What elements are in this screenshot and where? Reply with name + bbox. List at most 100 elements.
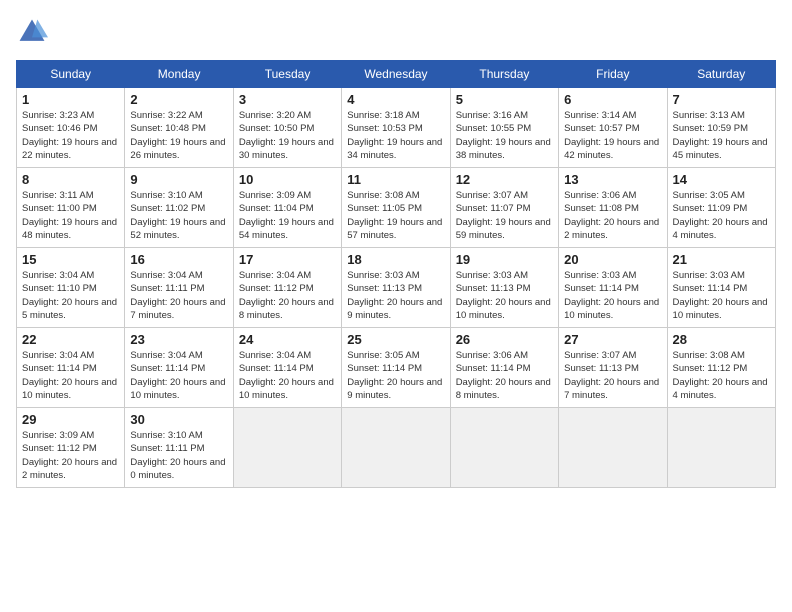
calendar-cell: 22 Sunrise: 3:04 AM Sunset: 11:14 PM Day… — [17, 328, 125, 408]
calendar-cell: 3 Sunrise: 3:20 AM Sunset: 10:50 PM Dayl… — [233, 88, 341, 168]
day-number: 5 — [456, 92, 553, 107]
day-number: 8 — [22, 172, 119, 187]
calendar-cell: 6 Sunrise: 3:14 AM Sunset: 10:57 PM Dayl… — [559, 88, 667, 168]
day-info: Sunrise: 3:08 AM Sunset: 11:05 PM Daylig… — [347, 189, 444, 242]
calendar-cell: 24 Sunrise: 3:04 AM Sunset: 11:14 PM Day… — [233, 328, 341, 408]
calendar-cell: 12 Sunrise: 3:07 AM Sunset: 11:07 PM Day… — [450, 168, 558, 248]
logo — [16, 16, 52, 48]
day-info: Sunrise: 3:07 AM Sunset: 11:07 PM Daylig… — [456, 189, 553, 242]
day-number: 1 — [22, 92, 119, 107]
day-info: Sunrise: 3:13 AM Sunset: 10:59 PM Daylig… — [673, 109, 770, 162]
calendar-row: 8 Sunrise: 3:11 AM Sunset: 11:00 PM Dayl… — [17, 168, 776, 248]
day-info: Sunrise: 3:22 AM Sunset: 10:48 PM Daylig… — [130, 109, 227, 162]
calendar-cell: 1 Sunrise: 3:23 AM Sunset: 10:46 PM Dayl… — [17, 88, 125, 168]
calendar-cell: 28 Sunrise: 3:08 AM Sunset: 11:12 PM Day… — [667, 328, 775, 408]
weekday-header-row: SundayMondayTuesdayWednesdayThursdayFrid… — [17, 61, 776, 88]
calendar-cell: 11 Sunrise: 3:08 AM Sunset: 11:05 PM Day… — [342, 168, 450, 248]
weekday-header-tuesday: Tuesday — [233, 61, 341, 88]
calendar-cell: 5 Sunrise: 3:16 AM Sunset: 10:55 PM Dayl… — [450, 88, 558, 168]
calendar-cell: 4 Sunrise: 3:18 AM Sunset: 10:53 PM Dayl… — [342, 88, 450, 168]
day-number: 4 — [347, 92, 444, 107]
day-number: 19 — [456, 252, 553, 267]
calendar-cell: 30 Sunrise: 3:10 AM Sunset: 11:11 PM Day… — [125, 408, 233, 488]
day-number: 30 — [130, 412, 227, 427]
day-number: 6 — [564, 92, 661, 107]
calendar-cell — [450, 408, 558, 488]
page-header — [16, 16, 776, 48]
day-number: 13 — [564, 172, 661, 187]
calendar-cell: 10 Sunrise: 3:09 AM Sunset: 11:04 PM Day… — [233, 168, 341, 248]
day-info: Sunrise: 3:06 AM Sunset: 11:14 PM Daylig… — [456, 349, 553, 402]
day-info: Sunrise: 3:05 AM Sunset: 11:09 PM Daylig… — [673, 189, 770, 242]
day-info: Sunrise: 3:14 AM Sunset: 10:57 PM Daylig… — [564, 109, 661, 162]
day-info: Sunrise: 3:04 AM Sunset: 11:11 PM Daylig… — [130, 269, 227, 322]
day-info: Sunrise: 3:03 AM Sunset: 11:14 PM Daylig… — [564, 269, 661, 322]
day-number: 21 — [673, 252, 770, 267]
day-info: Sunrise: 3:10 AM Sunset: 11:11 PM Daylig… — [130, 429, 227, 482]
day-number: 25 — [347, 332, 444, 347]
day-info: Sunrise: 3:20 AM Sunset: 10:50 PM Daylig… — [239, 109, 336, 162]
calendar-cell: 21 Sunrise: 3:03 AM Sunset: 11:14 PM Day… — [667, 248, 775, 328]
day-info: Sunrise: 3:04 AM Sunset: 11:14 PM Daylig… — [130, 349, 227, 402]
weekday-header-sunday: Sunday — [17, 61, 125, 88]
day-info: Sunrise: 3:03 AM Sunset: 11:13 PM Daylig… — [347, 269, 444, 322]
calendar-cell: 20 Sunrise: 3:03 AM Sunset: 11:14 PM Day… — [559, 248, 667, 328]
day-info: Sunrise: 3:08 AM Sunset: 11:12 PM Daylig… — [673, 349, 770, 402]
calendar-cell: 13 Sunrise: 3:06 AM Sunset: 11:08 PM Day… — [559, 168, 667, 248]
weekday-header-wednesday: Wednesday — [342, 61, 450, 88]
calendar-cell: 8 Sunrise: 3:11 AM Sunset: 11:00 PM Dayl… — [17, 168, 125, 248]
day-info: Sunrise: 3:05 AM Sunset: 11:14 PM Daylig… — [347, 349, 444, 402]
calendar-cell — [559, 408, 667, 488]
calendar-row: 22 Sunrise: 3:04 AM Sunset: 11:14 PM Day… — [17, 328, 776, 408]
calendar-row: 15 Sunrise: 3:04 AM Sunset: 11:10 PM Day… — [17, 248, 776, 328]
day-info: Sunrise: 3:03 AM Sunset: 11:14 PM Daylig… — [673, 269, 770, 322]
calendar-cell: 16 Sunrise: 3:04 AM Sunset: 11:11 PM Day… — [125, 248, 233, 328]
calendar-cell: 15 Sunrise: 3:04 AM Sunset: 11:10 PM Day… — [17, 248, 125, 328]
calendar-cell: 9 Sunrise: 3:10 AM Sunset: 11:02 PM Dayl… — [125, 168, 233, 248]
day-info: Sunrise: 3:03 AM Sunset: 11:13 PM Daylig… — [456, 269, 553, 322]
calendar-cell: 26 Sunrise: 3:06 AM Sunset: 11:14 PM Day… — [450, 328, 558, 408]
day-info: Sunrise: 3:11 AM Sunset: 11:00 PM Daylig… — [22, 189, 119, 242]
calendar-cell: 17 Sunrise: 3:04 AM Sunset: 11:12 PM Day… — [233, 248, 341, 328]
day-number: 14 — [673, 172, 770, 187]
calendar-cell — [233, 408, 341, 488]
day-number: 20 — [564, 252, 661, 267]
day-number: 16 — [130, 252, 227, 267]
calendar-cell: 27 Sunrise: 3:07 AM Sunset: 11:13 PM Day… — [559, 328, 667, 408]
day-info: Sunrise: 3:06 AM Sunset: 11:08 PM Daylig… — [564, 189, 661, 242]
day-info: Sunrise: 3:04 AM Sunset: 11:14 PM Daylig… — [239, 349, 336, 402]
day-number: 11 — [347, 172, 444, 187]
day-info: Sunrise: 3:07 AM Sunset: 11:13 PM Daylig… — [564, 349, 661, 402]
logo-icon — [16, 16, 48, 48]
calendar-cell: 2 Sunrise: 3:22 AM Sunset: 10:48 PM Dayl… — [125, 88, 233, 168]
day-number: 7 — [673, 92, 770, 107]
day-info: Sunrise: 3:23 AM Sunset: 10:46 PM Daylig… — [22, 109, 119, 162]
day-number: 27 — [564, 332, 661, 347]
day-number: 26 — [456, 332, 553, 347]
day-number: 28 — [673, 332, 770, 347]
day-info: Sunrise: 3:04 AM Sunset: 11:14 PM Daylig… — [22, 349, 119, 402]
calendar-cell — [342, 408, 450, 488]
weekday-header-thursday: Thursday — [450, 61, 558, 88]
day-info: Sunrise: 3:18 AM Sunset: 10:53 PM Daylig… — [347, 109, 444, 162]
day-info: Sunrise: 3:16 AM Sunset: 10:55 PM Daylig… — [456, 109, 553, 162]
calendar-cell: 7 Sunrise: 3:13 AM Sunset: 10:59 PM Dayl… — [667, 88, 775, 168]
calendar-cell: 29 Sunrise: 3:09 AM Sunset: 11:12 PM Day… — [17, 408, 125, 488]
day-number: 12 — [456, 172, 553, 187]
day-number: 18 — [347, 252, 444, 267]
calendar-cell: 23 Sunrise: 3:04 AM Sunset: 11:14 PM Day… — [125, 328, 233, 408]
day-number: 3 — [239, 92, 336, 107]
day-number: 24 — [239, 332, 336, 347]
weekday-header-monday: Monday — [125, 61, 233, 88]
day-info: Sunrise: 3:09 AM Sunset: 11:12 PM Daylig… — [22, 429, 119, 482]
weekday-header-friday: Friday — [559, 61, 667, 88]
day-info: Sunrise: 3:09 AM Sunset: 11:04 PM Daylig… — [239, 189, 336, 242]
calendar-row: 29 Sunrise: 3:09 AM Sunset: 11:12 PM Day… — [17, 408, 776, 488]
day-info: Sunrise: 3:04 AM Sunset: 11:10 PM Daylig… — [22, 269, 119, 322]
day-number: 2 — [130, 92, 227, 107]
calendar-row: 1 Sunrise: 3:23 AM Sunset: 10:46 PM Dayl… — [17, 88, 776, 168]
weekday-header-saturday: Saturday — [667, 61, 775, 88]
day-info: Sunrise: 3:10 AM Sunset: 11:02 PM Daylig… — [130, 189, 227, 242]
day-number: 15 — [22, 252, 119, 267]
calendar-cell: 14 Sunrise: 3:05 AM Sunset: 11:09 PM Day… — [667, 168, 775, 248]
